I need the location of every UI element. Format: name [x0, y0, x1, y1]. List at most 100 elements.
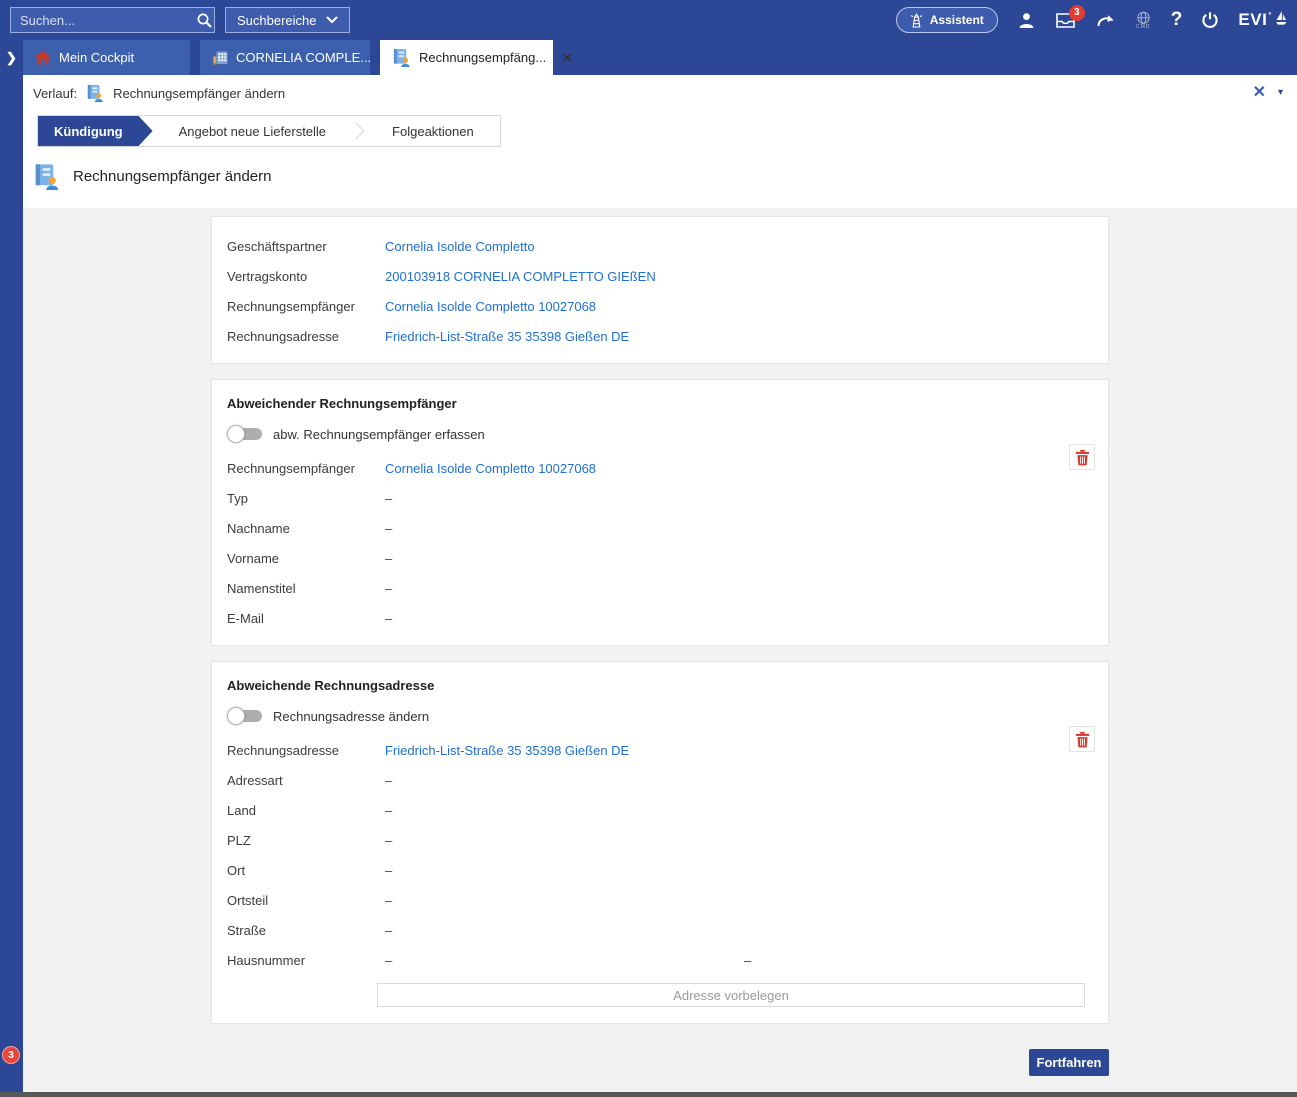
field-label: Straße — [227, 923, 385, 938]
field-label: Land — [227, 803, 385, 818]
history-row: Verlauf: Rechnungsempfänger ändern — [23, 75, 1297, 111]
page-title-row: Rechnungsempfänger ändern — [23, 147, 1297, 208]
bottom-status-bar — [0, 1092, 1297, 1097]
cards-area: GeschäftspartnerCornelia Isolde Complett… — [23, 208, 1297, 1092]
fortfahren-button[interactable]: Fortfahren — [1029, 1049, 1109, 1076]
step-kuendigung[interactable]: Kündigung — [38, 116, 153, 146]
field-row: Ortsteil– — [227, 885, 1093, 915]
lighthouse-icon — [910, 12, 923, 28]
help-button[interactable]: ? — [1171, 9, 1183, 31]
field-row: E-Mail– — [227, 603, 1093, 633]
field-row: PLZ– — [227, 825, 1093, 855]
field-value-link[interactable]: Cornelia Isolde Completto — [385, 239, 744, 254]
field-value-link[interactable]: 200103918 CORNELIA COMPLETTO GIEßEN — [385, 269, 744, 284]
tab-rechnungsempfaenger[interactable]: Rechnungsempfäng... ✕ — [380, 40, 553, 75]
tab-cornelia-completto[interactable]: CORNELIA COMPLE... ✕ — [200, 40, 370, 75]
field-label: Namenstitel — [227, 581, 385, 596]
assistant-button[interactable]: Assistent — [896, 7, 998, 33]
collapsed-sidebar[interactable]: 3 — [0, 75, 23, 1092]
tab-label: Mein Cockpit — [59, 50, 134, 65]
search-input[interactable] — [20, 13, 196, 28]
field-row: RechnungsadresseFriedrich-List-Straße 35… — [227, 321, 1093, 351]
sidebar-expand-button[interactable]: ❯ — [0, 40, 23, 75]
chevron-down-icon — [326, 16, 338, 24]
delete-recipient-button[interactable] — [1069, 444, 1095, 470]
adresse-vorbelegen-button[interactable]: Adresse vorbelegen — [377, 983, 1085, 1007]
field-row: Namenstitel– — [227, 573, 1093, 603]
close-process-icon[interactable]: ✕ — [1253, 85, 1266, 101]
redo-icon[interactable] — [1095, 12, 1116, 29]
brand-degree: ° — [1268, 11, 1272, 20]
field-label: Ort — [227, 863, 385, 878]
tab-close-icon[interactable]: ✕ — [562, 51, 572, 65]
field-value: – — [385, 893, 744, 908]
content-panel: Verlauf: Rechnungsempfänger ändern — [23, 75, 1297, 1092]
field-label: Vertragskonto — [227, 269, 385, 284]
home-icon — [35, 50, 51, 65]
history-current-item[interactable]: Rechnungsempfänger ändern — [113, 86, 285, 101]
field-row: GeschäftspartnerCornelia Isolde Complett… — [227, 231, 1093, 261]
field-value: – — [385, 923, 744, 938]
brand-text: EVI — [1238, 10, 1267, 30]
field-label: Vorname — [227, 551, 385, 566]
field-label: PLZ — [227, 833, 385, 848]
field-label: Nachname — [227, 521, 385, 536]
field-row: Adressart– — [227, 765, 1093, 795]
rechnungsadresse-aendern-toggle[interactable] — [227, 707, 263, 725]
global-search — [10, 7, 215, 33]
page-title: Rechnungsempfänger ändern — [73, 168, 271, 185]
field-label: Rechnungsadresse — [227, 329, 385, 344]
top-bar: Suchbereiche Assistent — [0, 0, 1297, 40]
field-value: – — [385, 551, 744, 566]
process-steps: Kündigung Angebot neue Lieferstelle Folg… — [37, 115, 501, 147]
history-dropdown-icon[interactable]: ▾ — [1278, 88, 1283, 98]
field-label: Adressart — [227, 773, 385, 788]
sidebar-notification-badge: 3 — [2, 1046, 20, 1064]
field-row: Vorname– — [227, 543, 1093, 573]
field-value-link[interactable]: Friedrich-List-Straße 35 35398 Gießen DE — [385, 743, 744, 758]
search-scope-dropdown[interactable]: Suchbereiche — [225, 7, 350, 33]
invoice-recipient-icon — [33, 163, 60, 190]
field-value-link[interactable]: Friedrich-List-Straße 35 35398 Gießen DE — [385, 329, 744, 344]
tab-label: Rechnungsempfäng... — [419, 50, 546, 65]
field-value-secondary: – — [744, 953, 751, 968]
card-title: Abweichende Rechnungsadresse — [227, 678, 1093, 693]
card-title: Abweichender Rechnungsempfänger — [227, 396, 1093, 411]
evi-logo: EVI° — [1238, 10, 1287, 30]
field-value: – — [385, 611, 744, 626]
field-row: Ort– — [227, 855, 1093, 885]
tab-mein-cockpit[interactable]: Mein Cockpit — [23, 40, 190, 75]
field-value-link[interactable]: Cornelia Isolde Completto 10027068 — [385, 299, 744, 314]
step-angebot-neue-lieferstelle[interactable]: Angebot neue Lieferstelle — [153, 116, 352, 146]
toggle-knob — [227, 425, 245, 443]
field-rows: RechnungsempfängerCornelia Isolde Comple… — [227, 453, 1093, 633]
invoice-recipient-icon — [392, 48, 411, 67]
building-icon — [212, 50, 228, 66]
inbox-count-badge: 3 — [1069, 5, 1085, 21]
search-icon[interactable] — [196, 12, 213, 29]
field-row: RechnungsempfängerCornelia Isolde Comple… — [227, 291, 1093, 321]
field-label: Rechnungsempfänger — [227, 299, 385, 314]
abw-rechnungsempfaenger-toggle[interactable] — [227, 425, 263, 443]
content-header-controls: ✕ ▾ — [1253, 85, 1283, 101]
logout-power-button[interactable] — [1201, 11, 1219, 29]
field-row: Land– — [227, 795, 1093, 825]
field-value: – — [385, 773, 744, 788]
cmd-label: CMD — [1136, 24, 1150, 30]
field-value: – — [385, 863, 744, 878]
step-folgeaktionen[interactable]: Folgeaktionen — [366, 116, 500, 146]
field-value: – — [385, 833, 744, 848]
history-label: Verlauf: — [33, 86, 77, 101]
field-label: Hausnummer — [227, 953, 385, 968]
delete-address-button[interactable] — [1069, 726, 1095, 752]
field-rows: GeschäftspartnerCornelia Isolde Complett… — [227, 231, 1093, 351]
inbox-button[interactable]: 3 — [1055, 12, 1076, 29]
field-value-link[interactable]: Cornelia Isolde Completto 10027068 — [385, 461, 744, 476]
user-button[interactable] — [1017, 11, 1036, 29]
toggle-label: Rechnungsadresse ändern — [273, 709, 429, 724]
cmd-globe-icon[interactable]: CMD — [1135, 11, 1152, 30]
toggle-knob — [227, 707, 245, 725]
sailboat-icon — [1275, 10, 1287, 27]
field-label: Typ — [227, 491, 385, 506]
card-abweichender-rechnungsempfaenger: Abweichender Rechnungsempfänger abw. Rec… — [211, 379, 1109, 646]
